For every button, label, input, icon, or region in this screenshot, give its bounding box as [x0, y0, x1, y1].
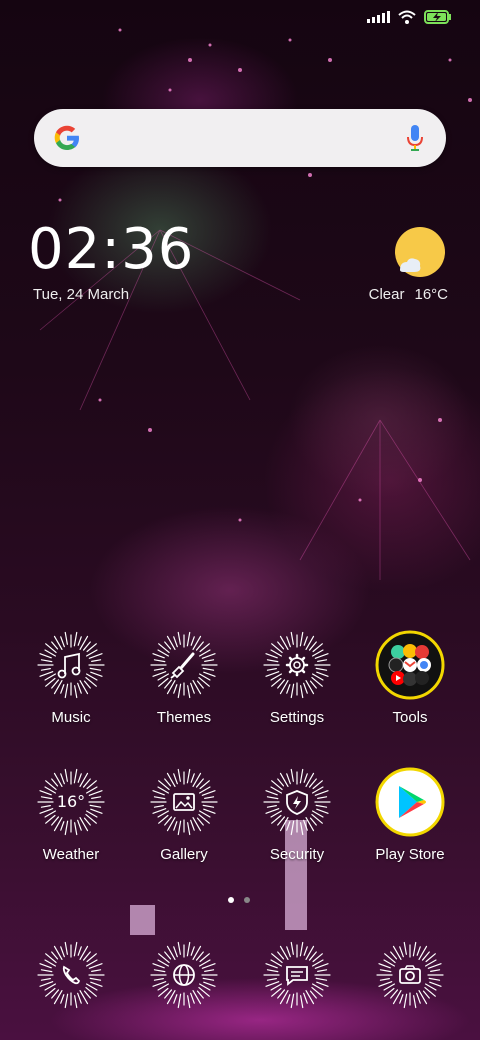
microphone-icon[interactable] — [406, 124, 424, 152]
weather-condition: Clear — [368, 286, 405, 303]
shield-icon — [263, 768, 331, 836]
signal-icon — [367, 11, 390, 23]
google-g-icon — [54, 125, 79, 150]
app-label: Weather — [42, 846, 100, 863]
dock-messages[interactable] — [242, 940, 352, 1010]
weather-temperature: 16°C — [414, 286, 448, 303]
app-settings[interactable]: Settings — [242, 630, 352, 726]
camera-icon — [376, 941, 444, 1009]
status-bar — [367, 10, 452, 24]
browser-globe-icon — [150, 941, 218, 1009]
app-security[interactable]: Security — [242, 767, 352, 863]
image-icon — [150, 768, 218, 836]
google-search-bar[interactable] — [34, 109, 446, 167]
app-weather[interactable]: 16° Weather — [16, 767, 126, 863]
gear-icon — [263, 631, 331, 699]
app-music[interactable]: Music — [16, 630, 126, 726]
app-label: Tools — [392, 709, 428, 726]
clock-time[interactable]: 02:36 — [28, 222, 194, 278]
app-play-store[interactable]: Play Store — [355, 767, 465, 863]
dock-browser[interactable] — [129, 940, 239, 1010]
dock-camera[interactable] — [355, 940, 465, 1010]
app-label: Play Store — [375, 846, 445, 863]
clock-date[interactable]: Tue, 24 March — [33, 286, 129, 303]
weather-icon-temp: 16° — [57, 792, 85, 811]
phone-icon — [37, 941, 105, 1009]
battery-charging-icon — [424, 10, 451, 24]
play-store-icon — [375, 767, 445, 837]
app-gallery[interactable]: Gallery — [129, 767, 239, 863]
app-label: Gallery — [160, 846, 208, 863]
page-dot-active — [228, 897, 234, 903]
app-themes[interactable]: Themes — [129, 630, 239, 726]
app-tools-folder[interactable]: Tools — [355, 630, 465, 726]
page-dot — [244, 897, 250, 903]
app-label: Music — [51, 709, 91, 726]
sun-cloud-icon[interactable] — [394, 226, 446, 278]
weather-temp-icon: 16° — [37, 768, 105, 836]
messages-icon — [263, 941, 331, 1009]
folder-icon — [375, 630, 445, 700]
wifi-icon — [398, 10, 416, 24]
app-label: Settings — [269, 709, 325, 726]
weather-widget-text[interactable]: Clear 16°C — [369, 286, 448, 303]
app-label: Security — [269, 846, 325, 863]
app-label: Themes — [156, 709, 212, 726]
music-note-icon — [37, 631, 105, 699]
dock-phone[interactable] — [16, 940, 126, 1010]
page-indicator — [228, 897, 250, 903]
paintbrush-icon — [150, 631, 218, 699]
